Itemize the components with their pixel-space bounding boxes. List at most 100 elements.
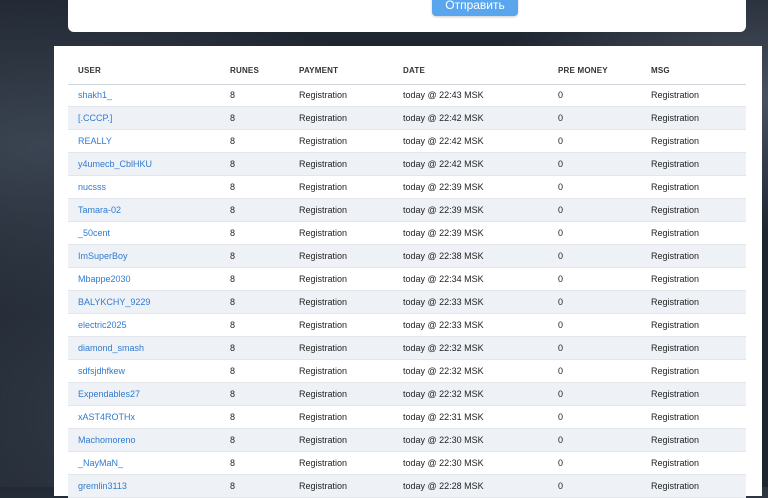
date-value: today @ 22:30 MSK (403, 458, 484, 468)
msg-value: Registration (651, 136, 700, 146)
date-value: today @ 22:34 MSK (403, 274, 484, 284)
table-row: sdfsjdhfkew 8 Registration today @ 22:32 MS… (68, 360, 746, 383)
pre-money-value: 0 (558, 274, 564, 284)
user-link[interactable]: ImSuperBoy (78, 251, 128, 261)
user-link[interactable]: REALLY (78, 136, 112, 146)
pre-money-value: 0 (558, 113, 564, 123)
msg-value: Registration (651, 366, 700, 376)
date-value: today @ 22:33 MSK (403, 297, 484, 307)
runes-value: 8 (230, 343, 236, 353)
runes-value: 8 (230, 113, 236, 123)
table-row: diamond_smash 8 Registration today @ 22:32 … (68, 337, 746, 360)
user-link[interactable]: _50cent (78, 228, 110, 238)
header-pre-money[interactable]: PRE MONEY (558, 66, 608, 75)
user-link[interactable]: Mbappe2030 (78, 274, 131, 284)
pre-money-value: 0 (558, 389, 564, 399)
pre-money-value: 0 (558, 136, 564, 146)
date-value: today @ 22:39 MSK (403, 228, 484, 238)
submit-button[interactable]: Отправить (432, 0, 518, 16)
table-row: _50cent 8 Registration today @ 22:39 MSK 0 Re… (68, 222, 746, 245)
user-link[interactable]: nucsss (78, 182, 106, 192)
runes-value: 8 (230, 458, 236, 468)
user-link[interactable]: diamond_smash (78, 343, 144, 353)
runes-value: 8 (230, 435, 236, 445)
payment-value: Registration (299, 228, 348, 238)
user-link[interactable]: _NayMaN_ (78, 458, 123, 468)
runes-value: 8 (230, 320, 236, 330)
runes-value: 8 (230, 136, 236, 146)
table-row: y4umecb_CblHKU 8 Registration today @ 22:42… (68, 153, 746, 176)
runes-value: 8 (230, 297, 236, 307)
user-link[interactable]: Expendables27 (78, 389, 140, 399)
payment-value: Registration (299, 320, 348, 330)
user-link[interactable]: y4umecb_CblHKU (78, 159, 152, 169)
payment-value: Registration (299, 136, 348, 146)
table-row: [.CCCP.] 8 Registration today @ 22:42 MSK 0 R… (68, 107, 746, 130)
user-link[interactable]: sdfsjdhfkew (78, 366, 125, 376)
pre-money-value: 0 (558, 182, 564, 192)
runes-value: 8 (230, 274, 236, 284)
form-panel: Отправить (68, 0, 746, 32)
table-row: xAST4ROTHx 8 Registration today @ 22:31 MSK… (68, 406, 746, 429)
pre-money-value: 0 (558, 159, 564, 169)
header-runes[interactable]: RUNES (230, 66, 259, 75)
msg-value: Registration (651, 389, 700, 399)
table-row: nucsss 8 Registration today @ 22:39 MSK 0 Reg… (68, 176, 746, 199)
msg-value: Registration (651, 113, 700, 123)
user-link[interactable]: xAST4ROTHx (78, 412, 135, 422)
pre-money-value: 0 (558, 205, 564, 215)
msg-value: Registration (651, 297, 700, 307)
runes-value: 8 (230, 90, 236, 100)
date-value: today @ 22:33 MSK (403, 320, 484, 330)
msg-value: Registration (651, 343, 700, 353)
date-value: today @ 22:32 MSK (403, 389, 484, 399)
user-link[interactable]: Machomoreno (78, 435, 136, 445)
user-link[interactable]: BALYKCHY_9229 (78, 297, 150, 307)
runes-value: 8 (230, 481, 236, 491)
pre-money-value: 0 (558, 90, 564, 100)
date-value: today @ 22:42 MSK (403, 159, 484, 169)
table-row: REALLY 8 Registration today @ 22:42 MSK 0 Reg… (68, 130, 746, 153)
payment-value: Registration (299, 205, 348, 215)
pre-money-value: 0 (558, 251, 564, 261)
payment-value: Registration (299, 458, 348, 468)
payment-value: Registration (299, 182, 348, 192)
table-body: shakh1_ 8 Registration today @ 22:43 MSK 0 Re… (68, 84, 746, 498)
payment-value: Registration (299, 435, 348, 445)
runes-value: 8 (230, 412, 236, 422)
payment-value: Registration (299, 113, 348, 123)
runes-value: 8 (230, 228, 236, 238)
runes-value: 8 (230, 389, 236, 399)
table-row: BALYKCHY_9229 8 Registration today @ 22:33 … (68, 291, 746, 314)
user-link[interactable]: [.CCCP.] (78, 113, 112, 123)
pre-money-value: 0 (558, 435, 564, 445)
payment-value: Registration (299, 481, 348, 491)
user-link[interactable]: Tamara-02 (78, 205, 121, 215)
user-link[interactable]: gremlin3113 (78, 481, 127, 491)
date-value: today @ 22:38 MSK (403, 251, 484, 261)
header-user[interactable]: USER (78, 66, 101, 75)
header-payment[interactable]: PAYMENT (299, 66, 338, 75)
user-link[interactable]: shakh1_ (78, 90, 112, 100)
msg-value: Registration (651, 251, 700, 261)
user-link[interactable]: electric2025 (78, 320, 127, 330)
date-value: today @ 22:32 MSK (403, 343, 484, 353)
pre-money-value: 0 (558, 458, 564, 468)
pre-money-value: 0 (558, 412, 564, 422)
msg-value: Registration (651, 228, 700, 238)
runes-value: 8 (230, 205, 236, 215)
date-value: today @ 22:42 MSK (403, 136, 484, 146)
date-value: today @ 22:30 MSK (403, 435, 484, 445)
header-msg[interactable]: MSG (651, 66, 670, 75)
payment-value: Registration (299, 366, 348, 376)
header-date[interactable]: DATE (403, 66, 425, 75)
payment-value: Registration (299, 159, 348, 169)
table-row: ImSuperBoy 8 Registration today @ 22:38 MSK… (68, 245, 746, 268)
date-value: today @ 22:39 MSK (403, 205, 484, 215)
table-header: USER RUNES PAYMENT DATE PRE MONEY MSG (68, 58, 746, 85)
runes-value: 8 (230, 251, 236, 261)
date-value: today @ 22:32 MSK (403, 366, 484, 376)
date-value: today @ 22:28 MSK (403, 481, 484, 491)
date-value: today @ 22:31 MSK (403, 412, 484, 422)
msg-value: Registration (651, 412, 700, 422)
